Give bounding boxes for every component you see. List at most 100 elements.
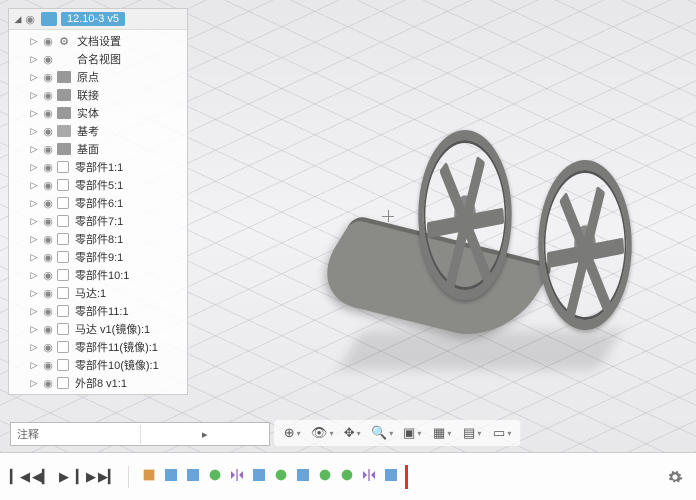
expand-icon[interactable]: ▷ [29,378,39,389]
visibility-icon[interactable]: ◉ [41,71,55,84]
tree-row[interactable]: ▷◉实体 [9,104,187,122]
item-label: 零部件6:1 [75,195,123,211]
tree-row[interactable]: ▷◉联接 [9,86,187,104]
timeline-playhead[interactable] [405,465,408,489]
collapse-icon[interactable]: ◢ [13,14,23,25]
browser-header[interactable]: ◢ ◉ 12.10-3 v5 [9,9,187,30]
expand-icon[interactable]: ▷ [29,126,39,137]
expand-icon[interactable]: ▷ [29,144,39,155]
expand-icon[interactable]: ▸ [140,425,270,444]
visibility-icon[interactable]: ◉ [23,13,37,26]
visibility-icon[interactable]: ◉ [41,179,55,192]
tree-row[interactable]: ▷◉马达:1 [9,284,187,302]
feature-joint[interactable] [315,465,335,485]
component-icon [57,197,69,209]
tree-row[interactable]: ▷◉零部件11:1 [9,302,187,320]
expand-icon[interactable]: ▷ [29,360,39,371]
tree-row[interactable]: ▷◉⚙文档设置 [9,32,187,50]
orbit-button[interactable]: ⊕ [280,423,304,443]
visibility-icon[interactable]: ◉ [41,377,55,390]
feature-mirror[interactable] [227,465,247,485]
expand-icon[interactable]: ▷ [29,252,39,263]
tree-row[interactable]: ▷◉零部件10:1 [9,266,187,284]
feature-sketch[interactable] [139,465,159,485]
grid-button[interactable]: ▤ [460,423,484,443]
feature-body[interactable] [249,465,269,485]
feature-joint[interactable] [271,465,291,485]
tree-row[interactable]: ▷◉零部件5:1 [9,176,187,194]
viewport-3d[interactable]: ◢ ◉ 12.10-3 v5 ▷◉⚙文档设置▷◉合名视图▷◉原点▷◉联接▷◉实体… [0,0,696,452]
expand-icon[interactable]: ▷ [29,198,39,209]
tree-row[interactable]: ▷◉基考 [9,122,187,140]
expand-icon[interactable]: ▷ [29,216,39,227]
visibility-icon[interactable]: ◉ [41,269,55,282]
expand-icon[interactable]: ▷ [29,324,39,335]
document-title[interactable]: 12.10-3 v5 [61,12,125,26]
feature-body[interactable] [381,465,401,485]
feature-mirror[interactable] [359,465,379,485]
tree-row[interactable]: ▷◉零部件10(镜像):1 [9,356,187,374]
visibility-icon[interactable]: ◉ [41,197,55,210]
item-label: 零部件11(镜像):1 [75,339,158,355]
tree-row[interactable]: ▷◉合名视图 [9,50,187,68]
tree-row[interactable]: ▷◉外部8 v1:1 [9,374,187,392]
display-button[interactable]: ▦ [430,423,454,443]
pan-button[interactable]: ✥ [340,423,364,443]
visibility-icon[interactable]: ◉ [41,143,55,156]
feature-joint[interactable] [205,465,225,485]
visibility-icon[interactable]: ◉ [41,107,55,120]
tree-row[interactable]: ▷◉原点 [9,68,187,86]
tree-row[interactable]: ▷◉零部件9:1 [9,248,187,266]
visibility-icon[interactable]: ◉ [41,161,55,174]
visibility-icon[interactable]: ◉ [41,215,55,228]
visibility-icon[interactable]: ◉ [41,125,55,138]
expand-icon[interactable]: ▷ [29,234,39,245]
playback-controls: ▎◀◀▎▶▎▶▶▎ [10,467,118,487]
timeline-settings-button[interactable] [664,466,686,488]
visibility-icon[interactable]: ◉ [41,341,55,354]
expand-icon[interactable]: ▷ [29,180,39,191]
expand-icon[interactable]: ▷ [29,162,39,173]
expand-icon[interactable]: ▷ [29,36,39,47]
tree-row[interactable]: ▷◉零部件1:1 [9,158,187,176]
tree-row[interactable]: ▷◉ 零部件11(镜像):1 [9,338,187,356]
expand-icon[interactable]: ▷ [29,108,39,119]
zoom-button[interactable]: 🔍 [370,423,394,443]
visibility-icon[interactable]: ◉ [41,89,55,102]
visibility-icon[interactable]: ◉ [41,323,55,336]
tree-row[interactable]: ▷◉马达 v1(镜像):1 [9,320,187,338]
viewports-button[interactable]: ▭ [490,423,514,443]
expand-icon[interactable]: ▷ [29,288,39,299]
rewind-button[interactable]: ▎◀ [10,467,30,487]
expand-icon[interactable]: ▷ [29,306,39,317]
visibility-icon[interactable]: ◉ [41,305,55,318]
visibility-icon[interactable]: ◉ [41,359,55,372]
expand-icon[interactable]: ▷ [29,270,39,281]
expand-icon[interactable]: ▷ [29,342,39,353]
mirror-icon [229,467,245,483]
visibility-icon[interactable]: ◉ [41,287,55,300]
visibility-icon[interactable]: ◉ [41,233,55,246]
fast-fwd-button[interactable]: ▶▎ [98,467,118,487]
tree-row[interactable]: ▷◉基面 [9,140,187,158]
look-at-button[interactable]: 👁 [310,423,334,443]
play-button[interactable]: ▶ [54,467,74,487]
visibility-icon[interactable]: ◉ [41,251,55,264]
document-icon [41,12,57,26]
step-back-button[interactable]: ◀▎ [32,467,52,487]
feature-body[interactable] [293,465,313,485]
tree-row[interactable]: ▷◉零部件8:1 [9,230,187,248]
expand-icon[interactable]: ▷ [29,72,39,83]
feature-body[interactable] [161,465,181,485]
visibility-icon[interactable]: ◉ [41,53,55,66]
tree-row[interactable]: ▷◉ 零部件6:1 [9,194,187,212]
expand-icon[interactable]: ▷ [29,90,39,101]
expand-icon[interactable]: ▷ [29,54,39,65]
step-fwd-button[interactable]: ▎▶ [76,467,96,487]
comments-panel[interactable]: 注释 ▸ [10,422,270,446]
visibility-icon[interactable]: ◉ [41,35,55,48]
fit-button[interactable]: ▣ [400,423,424,443]
feature-body[interactable] [183,465,203,485]
feature-joint[interactable] [337,465,357,485]
tree-row[interactable]: ▷◉零部件7:1 [9,212,187,230]
